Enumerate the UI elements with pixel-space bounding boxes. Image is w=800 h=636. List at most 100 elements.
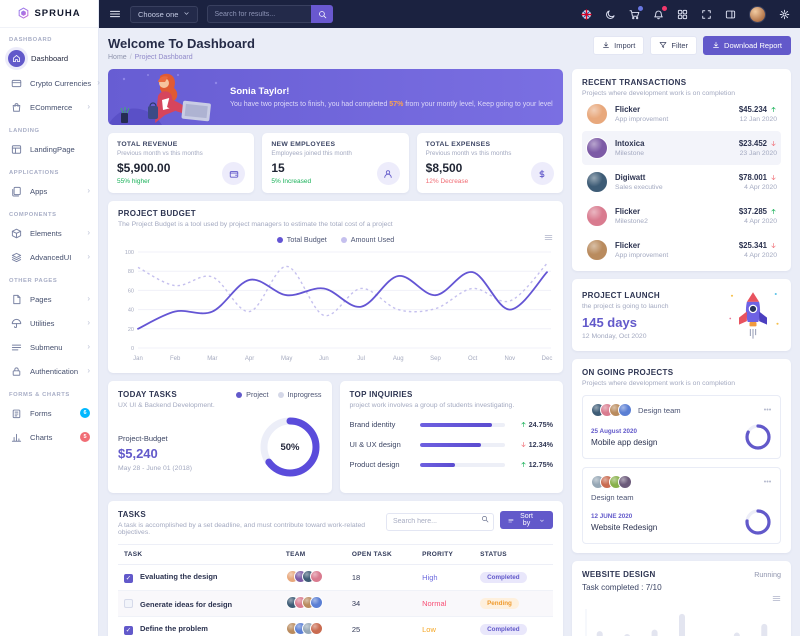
avatar (618, 403, 632, 417)
sidebar-section-heading: DASHBOARD (0, 28, 98, 46)
svg-text:Sep: Sep (430, 356, 441, 362)
notifications-bell-icon[interactable] (653, 9, 664, 20)
sidebar-item-utilities[interactable]: Utilities › (0, 311, 98, 335)
project-budget-line-chart: 020406080100JanFebMarAprMayJunJulAugSepO… (118, 244, 553, 364)
inquiry-row: UI & UX design 12.34% (350, 440, 554, 449)
banner-message: You have two projects to finish, you had… (230, 101, 553, 108)
chevron-right-icon: › (87, 253, 90, 261)
wallet-icon (222, 162, 245, 185)
arrow-down-icon (770, 139, 777, 148)
sidebar-item-apps[interactable]: Apps › (0, 179, 98, 203)
chevron-down-icon (183, 10, 190, 19)
right-panel-icon[interactable] (725, 9, 736, 20)
settings-gear-icon[interactable] (779, 9, 790, 20)
ongoing-project[interactable]: Design team 25 August 2020 Mobile app de… (582, 395, 781, 459)
download-icon (712, 41, 720, 50)
column-header[interactable]: PRORITY (416, 545, 474, 565)
avatar (586, 137, 608, 159)
sidebar-item-dashboard[interactable]: Dashboard (0, 46, 98, 71)
page-title: Welcome To Dashboard (108, 36, 255, 51)
sidebar-item-advancedui[interactable]: AdvancedUI › (0, 245, 98, 269)
avatar (618, 475, 632, 489)
search-input[interactable] (207, 5, 311, 23)
arrow-down-icon (520, 440, 527, 449)
count-badge: 5 (80, 432, 90, 442)
employee-icon (377, 162, 400, 185)
chevron-right-icon: › (87, 367, 90, 375)
transaction-row[interactable]: Intoxica Milestone $23.452 23 Jan 2020 (582, 131, 781, 165)
sidebar-item-forms[interactable]: Forms 6 (0, 401, 98, 425)
svg-text:Apr: Apr (245, 356, 254, 362)
dark-mode-moon-icon[interactable] (605, 9, 616, 20)
user-avatar[interactable] (749, 6, 766, 23)
apps-grid-icon[interactable] (677, 9, 688, 20)
breadcrumb-current: Project Dashboard (135, 54, 193, 61)
task-checkbox[interactable]: ✓ (124, 626, 133, 635)
import-button[interactable]: Import (593, 36, 644, 55)
sidebar-item-pages[interactable]: Pages › (0, 287, 98, 311)
brand-logo[interactable]: SPRUHA (0, 0, 98, 28)
column-header[interactable]: TASK (118, 545, 280, 565)
home-icon (8, 50, 25, 67)
transaction-row[interactable]: Flicker App improvement $25.341 4 Apr 20… (582, 233, 781, 267)
sidebar-nav: DASHBOARD Dashboard Crypto Currencies › … (0, 28, 98, 449)
pages-icon (8, 291, 24, 307)
ongoing-project[interactable]: Design team 12 JUNE 2020 Website Redesig… (582, 467, 781, 544)
svg-text:40: 40 (128, 308, 134, 314)
svg-text:80: 80 (128, 269, 134, 275)
cart-icon[interactable] (629, 9, 640, 20)
filter-button[interactable]: Filter (650, 36, 697, 55)
sidebar-section-heading: OTHER PAGES (0, 269, 98, 287)
sort-by-button[interactable]: Sort by (500, 511, 553, 529)
tasks-search-input[interactable] (386, 513, 494, 531)
progress-ring (744, 423, 772, 451)
search-button[interactable] (311, 5, 333, 23)
avatar (586, 239, 608, 261)
sidebar-item-landingpage[interactable]: LandingPage (0, 137, 98, 161)
stat-card-total-revenue: TOTAL REVENUE Previous month vs this mon… (108, 133, 254, 193)
task-row[interactable]: ✓Evaluating the design 18 High Completed (118, 565, 553, 591)
sidebar-item-crypto-currencies[interactable]: Crypto Currencies › (0, 71, 98, 95)
website-design-chart: JanFebMarAprMayJunJul (582, 603, 781, 636)
menu-icon[interactable] (109, 8, 121, 20)
card-options-icon[interactable] (582, 594, 781, 603)
stat-card-total-expenses: TOTAL EXPENSES Previous month vs this mo… (417, 133, 563, 193)
task-checkbox[interactable] (124, 599, 133, 608)
arrow-down-icon (770, 173, 777, 182)
task-row[interactable]: Generate ideas for design 34 Normal Pend… (118, 591, 553, 617)
transaction-row[interactable]: Flicker Milestone2 $37.285 4 Apr 2020 (582, 199, 781, 233)
sidebar-item-submenu[interactable]: Submenu › (0, 335, 98, 359)
transaction-row[interactable]: Digiwatt Sales executive $78.001 4 Apr 2… (582, 165, 781, 199)
task-checkbox[interactable]: ✓ (124, 574, 133, 583)
sidebar-item-charts[interactable]: Charts 5 (0, 425, 98, 449)
arrow-up-icon (520, 420, 527, 429)
download-report-button[interactable]: Download Report (703, 36, 791, 55)
svg-text:50%: 50% (280, 442, 300, 453)
avatar (586, 205, 608, 227)
svg-text:Aug: Aug (393, 356, 404, 362)
column-header[interactable]: OPEN TASK (346, 545, 416, 565)
transaction-row[interactable]: Flicker App improvement $45.234 12 Jan 2… (582, 97, 781, 131)
team-avatars (286, 596, 323, 609)
svg-text:100: 100 (125, 250, 134, 256)
more-options-icon[interactable] (763, 405, 772, 415)
flag-uk-icon[interactable] (581, 9, 592, 20)
column-header[interactable]: STATUS (474, 545, 553, 565)
sidebar-item-authentication[interactable]: Authentication › (0, 359, 98, 383)
task-row[interactable]: ✓Define the problem 25 Low Completed (118, 617, 553, 636)
avatar (310, 622, 323, 635)
card-options-icon[interactable] (544, 233, 553, 243)
svg-text:Jul: Jul (357, 356, 365, 362)
svg-text:Dec: Dec (542, 356, 553, 362)
fullscreen-icon[interactable] (701, 9, 712, 20)
column-header[interactable]: TEAM (280, 545, 346, 565)
more-options-icon[interactable] (763, 477, 772, 487)
sidebar-item-elements[interactable]: Elements › (0, 221, 98, 245)
category-select[interactable]: Choose one (130, 6, 198, 23)
stats-row: TOTAL REVENUE Previous month vs this mon… (108, 133, 563, 193)
breadcrumb-home[interactable]: Home (108, 54, 127, 61)
svg-text:Nov: Nov (504, 356, 515, 362)
svg-text:Jan: Jan (133, 356, 143, 362)
brand-icon (17, 7, 30, 20)
sidebar-item-ecommerce[interactable]: ECommerce › (0, 95, 98, 119)
